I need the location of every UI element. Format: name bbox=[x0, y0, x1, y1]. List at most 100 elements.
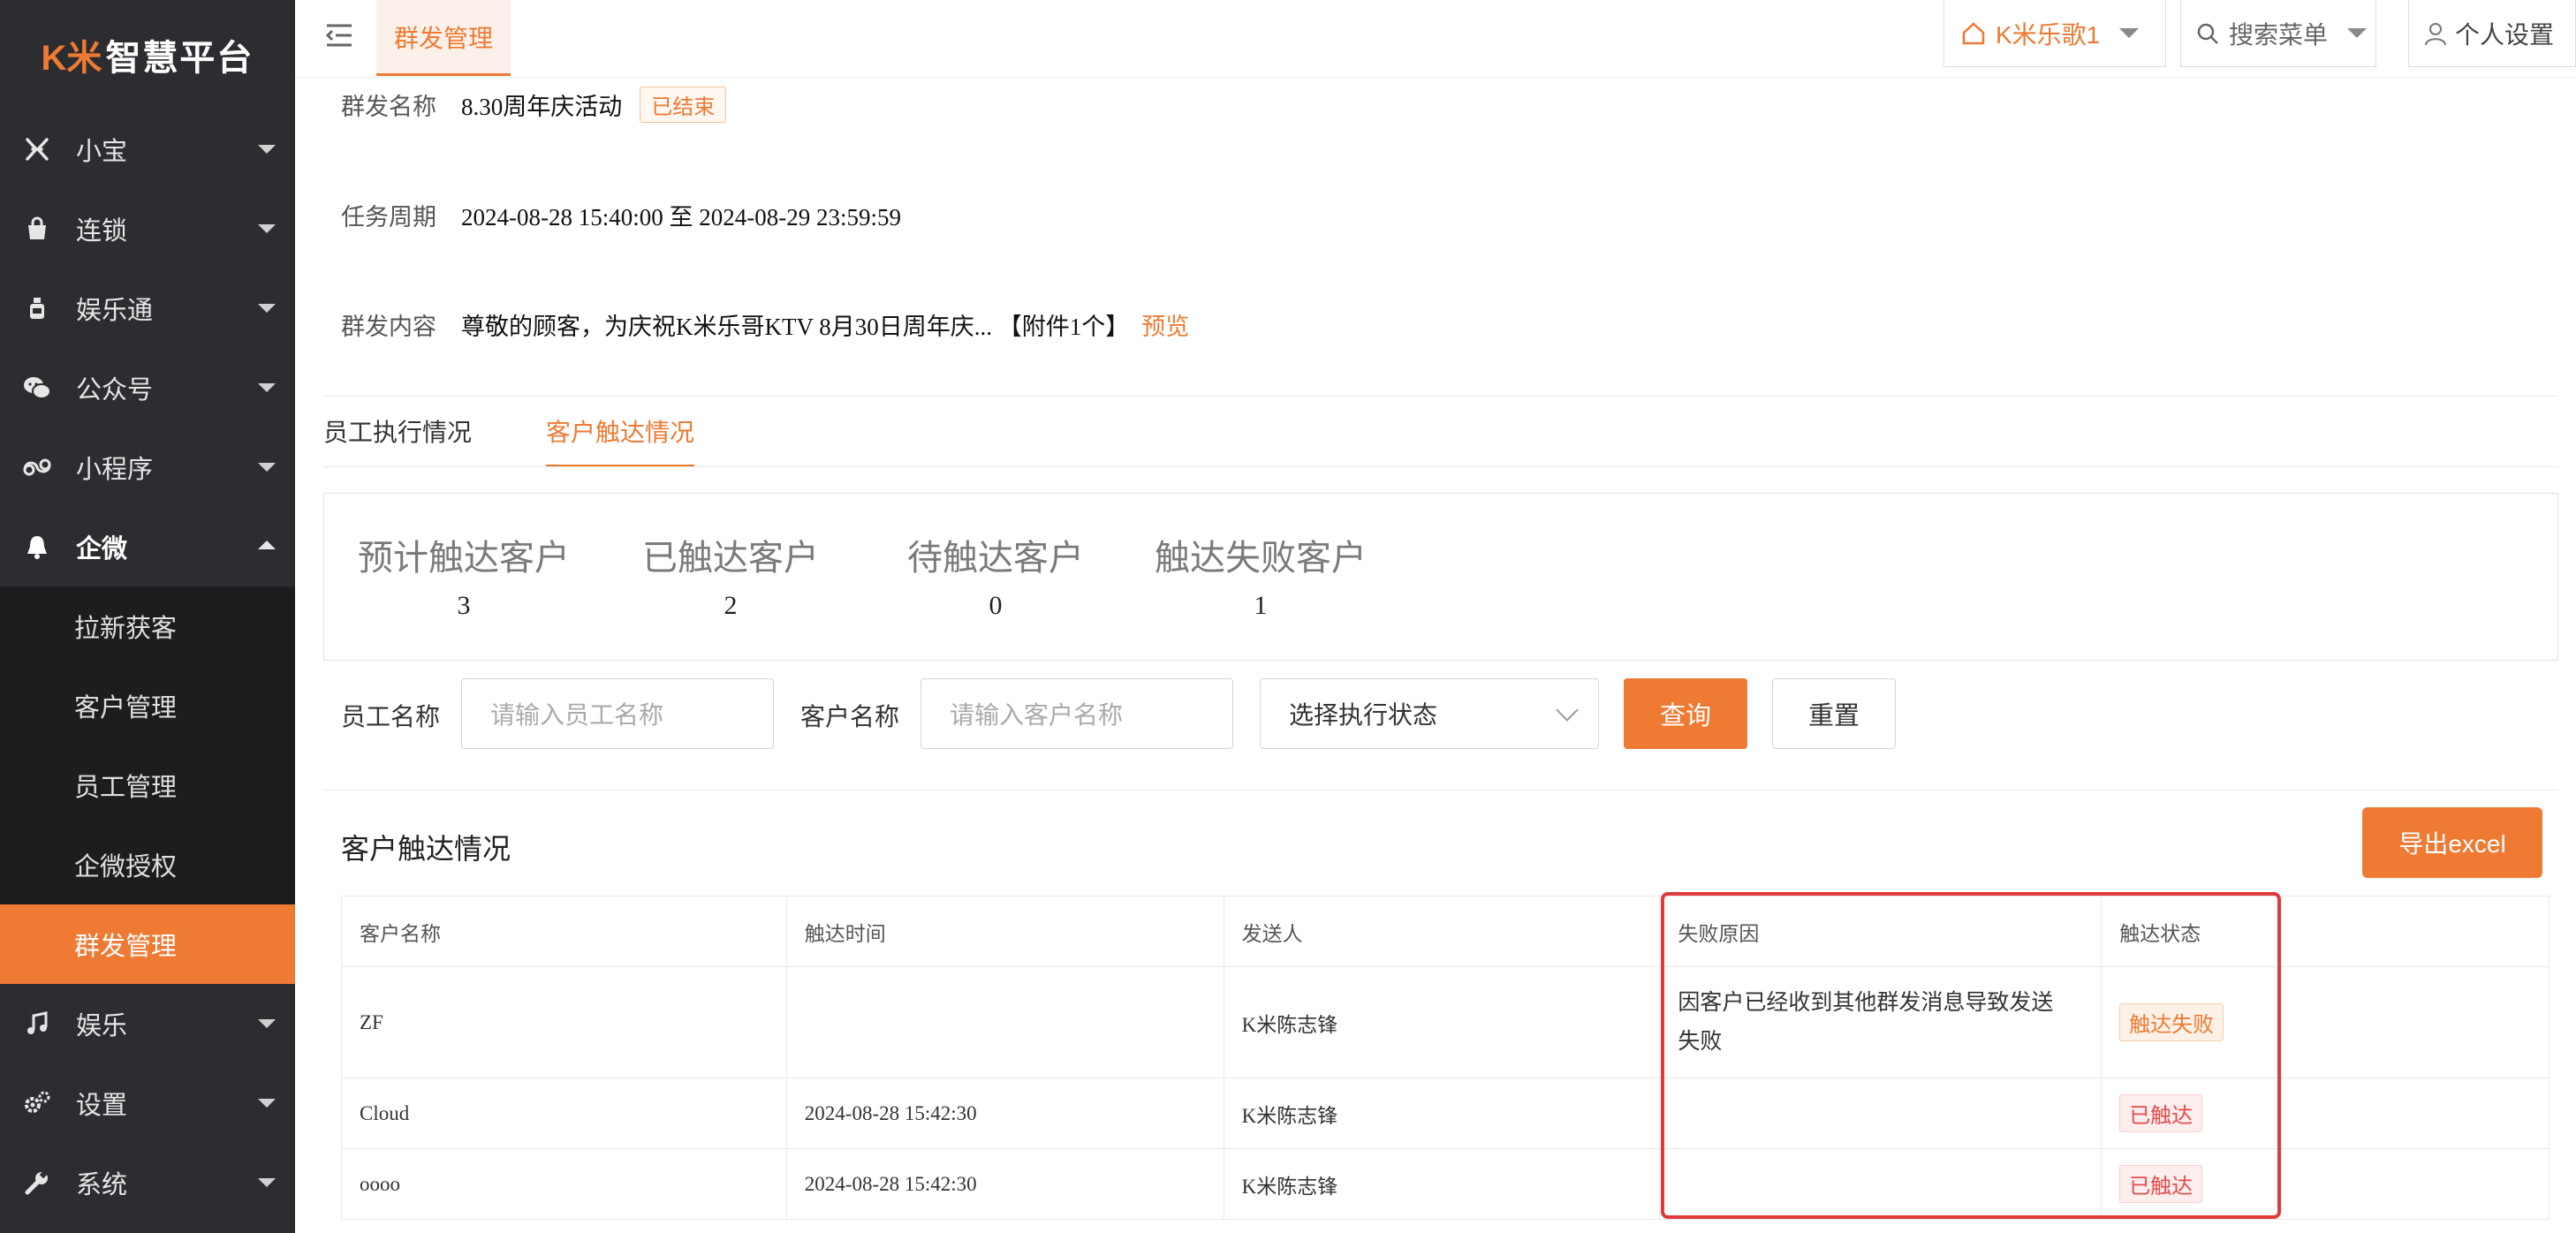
chevron-down-icon bbox=[258, 383, 276, 392]
sidebar-item-wecom[interactable]: 企微 bbox=[0, 507, 295, 586]
gears-icon bbox=[21, 1087, 53, 1119]
reset-button[interactable]: 重置 bbox=[1772, 678, 1896, 749]
submenu-item-acquire[interactable]: 拉新获客 bbox=[0, 586, 295, 666]
table-row: ZF K米陈志锋 因客户已经收到其他群发消息导致发送失败 触达失败 bbox=[341, 966, 2549, 1078]
detail-tabs: 员工执行情况 客户触达情况 bbox=[323, 413, 769, 467]
submenu-item-mass-send[interactable]: 群发管理 bbox=[0, 904, 295, 984]
divider bbox=[323, 466, 2558, 467]
select-value: 选择执行状态 bbox=[1289, 701, 1438, 729]
wecom-submenu: 拉新获客 客户管理 员工管理 企微授权 群发管理 bbox=[0, 586, 295, 984]
column-header: 触达时间 bbox=[785, 896, 1224, 967]
divider bbox=[323, 396, 2558, 397]
top-bar: 群发管理 K米乐歌1 搜索菜单 个人设置 bbox=[295, 0, 2576, 78]
tab-customer-reach[interactable]: 客户触达情况 bbox=[546, 413, 695, 467]
tab-mass-send[interactable]: 群发管理 bbox=[376, 0, 511, 76]
bottle-icon bbox=[21, 292, 53, 324]
tab-staff-execution[interactable]: 员工执行情况 bbox=[323, 413, 472, 467]
export-excel-button[interactable]: 导出excel bbox=[2362, 807, 2542, 878]
table-row: Cloud 2024-08-28 15:42:30 K米陈志锋 已触达 bbox=[341, 1078, 2549, 1149]
sidebar-item-label: 小宝 bbox=[76, 138, 128, 166]
chevron-down-icon bbox=[258, 145, 276, 154]
sidebar-item-system[interactable]: 系统 bbox=[0, 1143, 295, 1222]
submenu-item-staff[interactable]: 员工管理 bbox=[0, 745, 295, 825]
logo-text: 智慧平台 bbox=[105, 39, 254, 78]
execution-status-select[interactable]: 选择执行状态 bbox=[1260, 678, 1599, 749]
sidebar-item-xiaobao[interactable]: 小宝 bbox=[0, 110, 295, 189]
customer-name-cell: ZF bbox=[341, 966, 787, 1078]
search-icon bbox=[2195, 21, 2220, 46]
reach-time-cell bbox=[785, 966, 1224, 1078]
stat-label: 已触达客户 bbox=[642, 539, 819, 578]
info-label: 任务周期 bbox=[341, 204, 436, 231]
chevron-down-icon bbox=[258, 1099, 276, 1108]
logo[interactable]: K米 智慧平台 bbox=[0, 0, 295, 110]
submenu-item-authorization[interactable]: 企微授权 bbox=[0, 825, 295, 904]
sidebar-item-chain[interactable]: 连锁 bbox=[0, 189, 295, 269]
sidebar-item-label: 娱乐通 bbox=[76, 297, 154, 325]
customer-name-cell: oooo bbox=[341, 1148, 787, 1220]
stats-panel: 预计触达客户 3 已触达客户 2 待触达客户 0 触达失败客户 1 bbox=[323, 493, 2558, 661]
user-icon bbox=[2423, 21, 2448, 46]
reach-status-cell: 触达失败 bbox=[2101, 966, 2549, 1078]
status-badge: 已触达 bbox=[2119, 1094, 2203, 1132]
store-selector[interactable]: K米乐歌1 bbox=[1943, 0, 2166, 67]
sidebar-item-label: 连锁 bbox=[76, 217, 128, 246]
sidebar-item-mini-program[interactable]: 小程序 bbox=[0, 427, 295, 507]
sidebar: K米 智慧平台 小宝 连锁 娱乐通 公众号 小程序 企微 拉新获客 客户管理 员… bbox=[0, 0, 295, 1233]
campaign-name: 8.30周年庆活动 bbox=[461, 94, 623, 120]
status-badge: 已触达 bbox=[2119, 1165, 2203, 1203]
wechat-icon bbox=[21, 372, 53, 404]
info-name-row: 群发名称 8.30周年庆活动 已结束 bbox=[341, 87, 727, 123]
failure-reason-cell bbox=[1659, 1148, 2102, 1220]
status-badge: 已结束 bbox=[640, 87, 727, 123]
chevron-down-icon bbox=[258, 304, 276, 313]
preview-link[interactable]: 预览 bbox=[1141, 307, 1189, 342]
stat-label: 预计触达客户 bbox=[358, 539, 570, 578]
mini-program-icon bbox=[21, 451, 53, 483]
column-header: 失败原因 bbox=[1659, 896, 2102, 967]
customer-reach-table: 客户名称 触达时间 发送人 失败原因 触达状态 ZF K米陈志锋 因客户已经收到… bbox=[341, 896, 2549, 1220]
sidebar-item-label: 公众号 bbox=[76, 376, 154, 405]
chevron-down-icon bbox=[258, 463, 276, 472]
section-title: 客户触达情况 bbox=[341, 833, 511, 865]
sidebar-item-label: 企微 bbox=[76, 535, 128, 564]
menu-search[interactable]: 搜索菜单 bbox=[2180, 0, 2376, 67]
status-badge: 触达失败 bbox=[2119, 1003, 2224, 1041]
sender-cell: K米陈志锋 bbox=[1223, 1078, 1661, 1149]
table-header-row: 客户名称 触达时间 发送人 失败原因 触达状态 bbox=[341, 896, 2549, 967]
stat-pending: 待触达客户 0 bbox=[907, 529, 1084, 621]
stat-label: 触达失败客户 bbox=[1155, 539, 1367, 578]
info-label: 群发内容 bbox=[341, 314, 436, 341]
failure-reason-cell: 因客户已经收到其他群发消息导致发送失败 bbox=[1659, 966, 2102, 1078]
column-header: 触达状态 bbox=[2101, 896, 2549, 967]
task-period: 2024-08-28 15:40:00 至 2024-08-29 23:59:5… bbox=[461, 204, 901, 231]
sidebar-item-yuletong[interactable]: 娱乐通 bbox=[0, 269, 295, 348]
message-content: 尊敬的顾客，为庆祝K米乐哥KTV 8月30日周年庆... 【附件1个】 bbox=[461, 314, 1130, 340]
stat-value: 1 bbox=[1254, 591, 1268, 620]
menu-collapse-icon[interactable] bbox=[322, 18, 357, 53]
stat-value: 2 bbox=[724, 591, 738, 620]
submenu-item-customers[interactable]: 客户管理 bbox=[0, 666, 295, 745]
sender-cell: K米陈志锋 bbox=[1223, 1148, 1661, 1220]
wrench-icon bbox=[21, 1167, 53, 1199]
table-row: oooo 2024-08-28 15:42:30 K米陈志锋 已触达 bbox=[341, 1148, 2549, 1220]
customer-name-cell: Cloud bbox=[341, 1078, 787, 1149]
sidebar-item-entertainment[interactable]: 娱乐 bbox=[0, 984, 295, 1063]
logo-mark: K米 bbox=[41, 39, 102, 78]
user-settings-label: 个人设置 bbox=[2455, 20, 2555, 49]
reach-status-cell: 已触达 bbox=[2101, 1148, 2549, 1220]
query-button[interactable]: 查询 bbox=[1624, 678, 1747, 749]
sidebar-item-settings[interactable]: 设置 bbox=[0, 1063, 295, 1143]
reach-time-cell: 2024-08-28 15:42:30 bbox=[785, 1078, 1224, 1149]
filter-label: 客户名称 bbox=[800, 703, 900, 730]
user-settings[interactable]: 个人设置 bbox=[2408, 0, 2576, 67]
info-label: 群发名称 bbox=[341, 94, 436, 121]
sidebar-item-official-account[interactable]: 公众号 bbox=[0, 348, 295, 427]
filter-label: 员工名称 bbox=[341, 703, 441, 730]
sidebar-item-label: 小程序 bbox=[76, 456, 154, 484]
stat-expected: 预计触达客户 3 bbox=[358, 529, 570, 621]
reach-time-cell: 2024-08-28 15:42:30 bbox=[785, 1148, 1224, 1220]
employee-name-input[interactable]: 请输入员工名称 bbox=[461, 678, 774, 749]
home-icon bbox=[1960, 20, 1987, 47]
customer-name-input[interactable]: 请输入客户名称 bbox=[921, 678, 1233, 749]
